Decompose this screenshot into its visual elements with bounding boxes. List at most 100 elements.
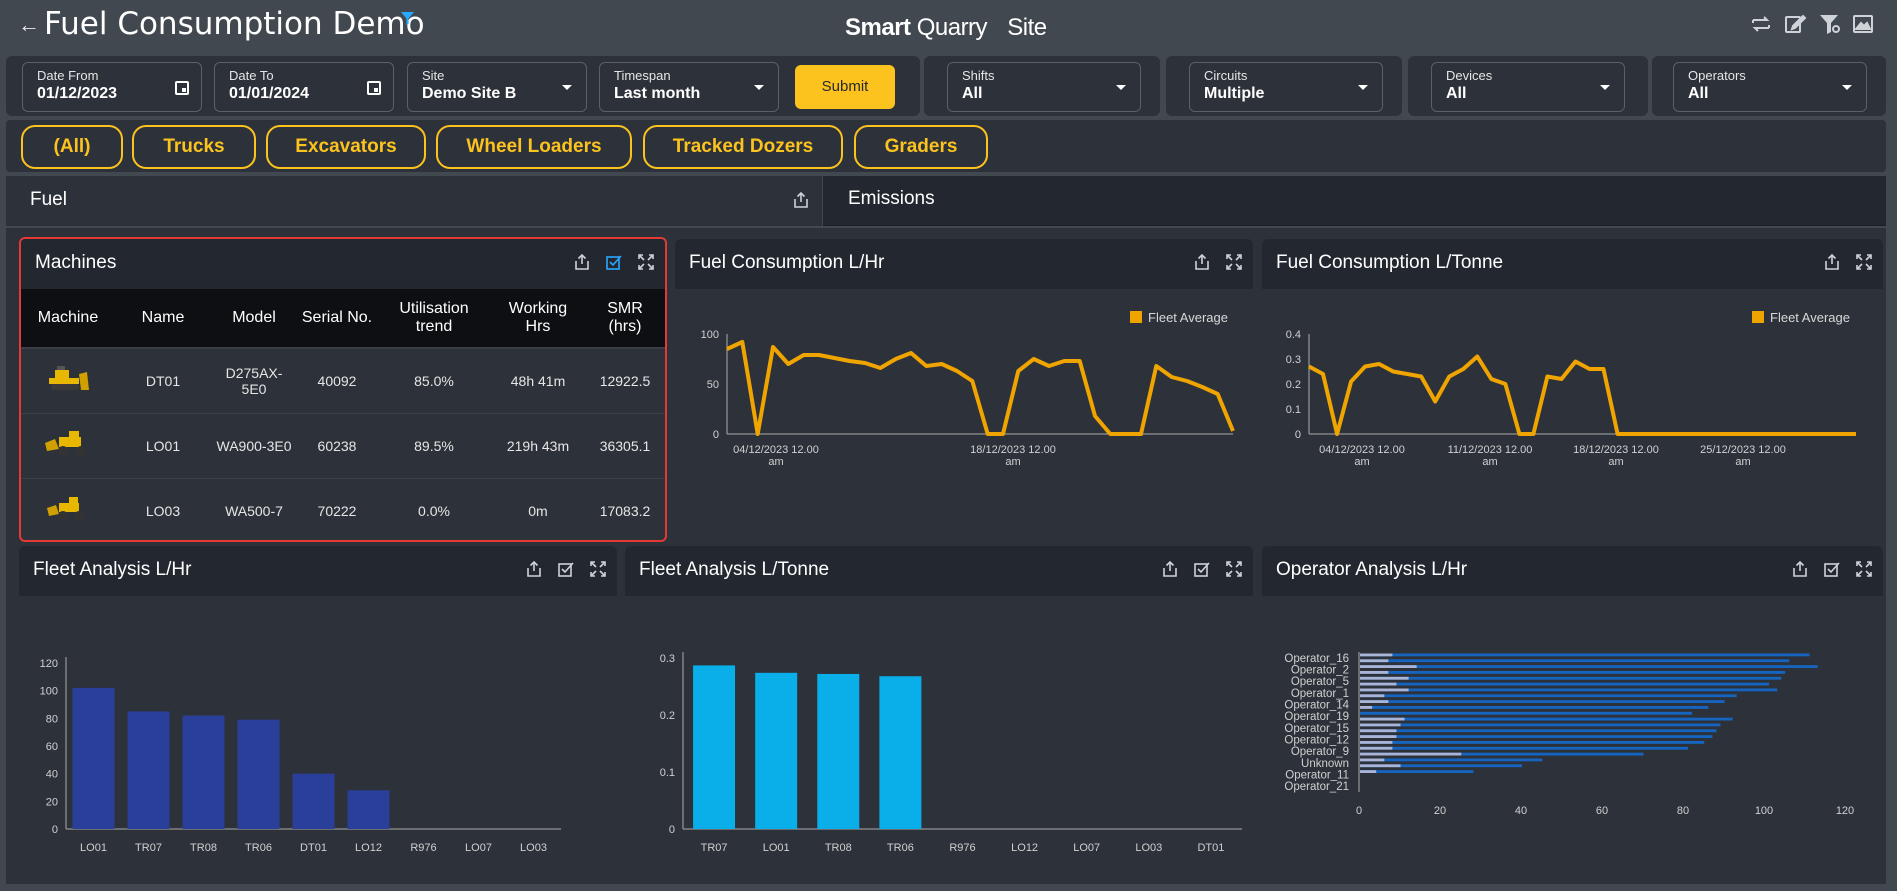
table-row[interactable]: LO01 WA900-3E0 60238 89.5% 219h 43m 3630… [21,413,665,479]
shifts-value[interactable]: All [962,85,982,103]
y-tick-label: Operator_19 [1284,711,1349,723]
machine-working-hrs: 219h 43m [491,413,585,479]
date-to-field[interactable]: Date To 01/01/2024 [214,62,394,112]
export-icon[interactable] [525,560,543,578]
date-to-value[interactable]: 01/01/2024 [229,85,309,103]
date-from-value[interactable]: 01/12/2023 [37,85,117,103]
bar [72,687,115,829]
edit-icon[interactable] [1783,12,1807,36]
export-icon[interactable] [1791,560,1809,578]
column-header[interactable]: Model [211,289,297,349]
brand-site: Site [1007,14,1047,41]
image-icon[interactable] [1851,12,1875,36]
y-tick-label: Operator_9 [1291,746,1349,758]
bar-secondary [1360,746,1393,750]
export-icon[interactable] [792,191,810,209]
bar [1360,694,1737,698]
category-trucks-button[interactable]: Trucks [132,125,256,169]
dozer-icon [49,366,89,391]
y-tick-label: 80 [46,713,58,725]
column-header[interactable]: Utilisation trend [377,289,491,349]
table-row[interactable]: DT01 D275AX-5E0 40092 85.0% 48h 41m 1292… [21,348,665,414]
chevron-down-icon[interactable] [1842,85,1852,90]
devices-select[interactable]: Devices All [1431,62,1625,112]
calendar-icon[interactable] [175,81,189,95]
shifts-select[interactable]: Shifts All [947,62,1141,112]
export-icon[interactable] [573,253,591,271]
chevron-down-icon[interactable] [1116,85,1126,90]
card-actions [1791,560,1873,578]
x-tick-label: LO03 [520,842,547,854]
circuits-label: Circuits [1204,68,1248,83]
card-header: Fleet Analysis L/Hr [19,546,617,596]
category-graders-button[interactable]: Graders [854,125,988,169]
expand-icon[interactable] [637,253,655,271]
operators-select[interactable]: Operators All [1673,62,1867,112]
category-tracked-dozers-button[interactable]: Tracked Dozers [643,125,843,169]
bar-secondary [1360,676,1409,680]
column-header[interactable]: Serial No. [297,289,377,349]
machine-utilisation: 89.5% [377,413,491,479]
column-header[interactable]: SMR (hrs) [585,289,665,349]
header-actions [1749,12,1875,36]
site-select[interactable]: Site Demo Site B [407,62,587,112]
filter-icon[interactable] [401,12,414,25]
chevron-down-icon[interactable] [754,85,764,90]
export-icon[interactable] [1161,560,1179,578]
chevron-down-icon[interactable] [562,85,572,90]
expand-icon[interactable] [1855,253,1873,271]
submit-button[interactable]: Submit [795,65,895,109]
y-tick-label: Unknown [1301,758,1349,770]
card-header: Operator Analysis L/Hr [1262,546,1883,596]
export-icon[interactable] [1193,253,1211,271]
expand-icon[interactable] [1855,560,1873,578]
circuits-value[interactable]: Multiple [1204,85,1264,103]
checkbox-icon[interactable] [605,253,623,271]
expand-icon[interactable] [1225,253,1243,271]
card-title: Fleet Analysis L/Hr [33,559,192,580]
date-from-field[interactable]: Date From 01/12/2023 [22,62,202,112]
column-header[interactable]: Name [115,289,211,349]
tab-fuel[interactable] [6,176,822,226]
x-tick-label: LO12 [355,842,382,854]
tab-emissions[interactable] [823,176,1886,226]
bar [237,719,280,829]
column-header[interactable]: Working Hrs [491,289,585,349]
bar [1360,688,1778,692]
category-excavators-button[interactable]: Excavators [266,125,426,169]
circuits-select[interactable]: Circuits Multiple [1189,62,1383,112]
machine-serial: 40092 [297,348,377,414]
x-tick-label: 04/12/2023 12.00 am [1319,444,1405,468]
shifts-label: Shifts [962,68,995,83]
checkbox-icon[interactable] [557,560,575,578]
y-tick-label: 0.1 [660,767,675,779]
fuel-consumption-hr-card: Fuel Consumption L/Hr Fleet Average 0 50 1… [675,239,1253,537]
series-line [1308,354,1856,436]
chevron-down-icon[interactable] [1600,85,1610,90]
timespan-value[interactable]: Last month [614,85,700,103]
chevron-down-icon[interactable] [1358,85,1368,90]
checkbox-icon[interactable] [1193,560,1211,578]
site-label: Site [422,68,445,83]
checkbox-icon[interactable] [1823,560,1841,578]
y-tick-label: 0 [1295,429,1301,441]
column-header[interactable]: Machine [21,289,115,349]
filter-settings-icon[interactable] [1817,12,1841,36]
bar [1360,723,1721,727]
sync-icon[interactable] [1749,12,1773,36]
y-tick-label: 120 [40,658,58,670]
category-wheel-loaders-button[interactable]: Wheel Loaders [436,125,632,169]
export-icon[interactable] [1823,253,1841,271]
y-tick-label: 20 [46,796,58,808]
timespan-select[interactable]: Timespan Last month [599,62,779,112]
calendar-icon[interactable] [367,81,381,95]
bar [1360,682,1770,686]
site-value[interactable]: Demo Site B [422,85,516,103]
expand-icon[interactable] [1225,560,1243,578]
devices-value[interactable]: All [1446,85,1466,103]
arrow-left-icon[interactable]: ← [18,12,40,38]
table-row[interactable]: LO03 WA500-7 70222 0.0% 0m 17083.2 [21,478,665,540]
category-all-button[interactable]: (All) [21,125,123,169]
operators-value[interactable]: All [1688,85,1708,103]
expand-icon[interactable] [589,560,607,578]
